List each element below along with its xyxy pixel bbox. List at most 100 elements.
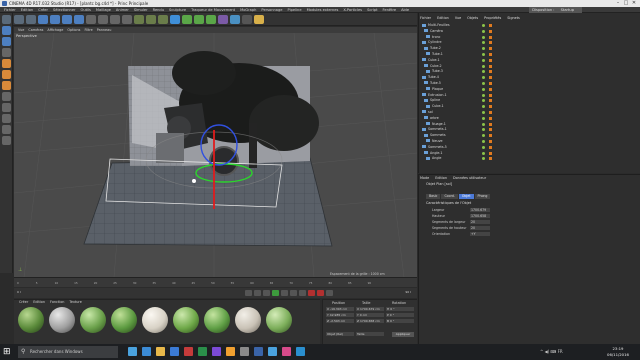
- material-menu-function[interactable]: Fonction: [50, 300, 64, 304]
- visibility-dot-icon[interactable]: [482, 87, 485, 91]
- taskbar-app-icon[interactable]: [254, 347, 263, 356]
- menu-character[interactable]: Personnage: [261, 8, 282, 12]
- visibility-dot-icon[interactable]: [482, 52, 485, 56]
- visibility-dot-icon[interactable]: [482, 128, 485, 132]
- visibility-dot-icon[interactable]: [482, 81, 485, 85]
- menu-sculpt[interactable]: Sculpture: [169, 8, 186, 12]
- taskbar-app-icon[interactable]: [142, 347, 151, 356]
- visibility-dot-icon[interactable]: [482, 35, 485, 39]
- menu-simulate[interactable]: Simuler: [134, 8, 148, 12]
- material-swatch[interactable]: [173, 307, 199, 333]
- visibility-dot-icon[interactable]: [482, 70, 485, 74]
- viewport-menu-display[interactable]: Affichage: [47, 28, 63, 32]
- menu-file[interactable]: Fichier: [4, 8, 16, 12]
- system-tray[interactable]: ^ ◀) ⌨ FR: [540, 349, 563, 354]
- visibility-dot-icon[interactable]: [482, 116, 485, 120]
- material-tag-icon[interactable]: [489, 139, 492, 143]
- next-key-icon[interactable]: [290, 290, 297, 296]
- texture-mode-icon[interactable]: [2, 37, 11, 46]
- material-tag-icon[interactable]: [489, 157, 492, 161]
- taskbar-app-icon[interactable]: [198, 347, 207, 356]
- visibility-dot-icon[interactable]: [482, 41, 485, 45]
- prev-key-icon[interactable]: [254, 290, 261, 296]
- visibility-dot-icon[interactable]: [482, 29, 485, 33]
- menu-motion-tracker[interactable]: Traqueur de Mouvement: [191, 8, 235, 12]
- material-menu-edit[interactable]: Edition: [33, 300, 45, 304]
- attribute-value-field[interactable]: +Y: [470, 232, 490, 236]
- material-menu-texture[interactable]: Texture: [69, 300, 81, 304]
- material-swatch[interactable]: [142, 307, 168, 333]
- menu-help[interactable]: Aide: [401, 8, 409, 12]
- redo-icon[interactable]: [26, 15, 36, 24]
- visibility-dot-icon[interactable]: [482, 76, 485, 80]
- material-tag-icon[interactable]: [489, 87, 492, 91]
- taskbar-app-icon[interactable]: [156, 347, 165, 356]
- material-swatch[interactable]: [80, 307, 106, 333]
- viewport-menu-filter[interactable]: Filtre: [84, 28, 92, 32]
- taskbar-app-icon[interactable]: [212, 347, 221, 356]
- visibility-dot-icon[interactable]: [482, 139, 485, 143]
- subdivision-icon[interactable]: [194, 15, 204, 24]
- material-tag-icon[interactable]: [489, 99, 492, 103]
- material-tag-icon[interactable]: [489, 35, 492, 39]
- material-swatch[interactable]: [204, 307, 230, 333]
- planar-workplane-icon[interactable]: [2, 136, 11, 145]
- undo-icon[interactable]: [14, 15, 24, 24]
- taskbar-app-icon[interactable]: [268, 347, 277, 356]
- apply-button[interactable]: Appliquer: [392, 332, 414, 337]
- menu-plugins[interactable]: Modules externes: [307, 8, 339, 12]
- snap-icon[interactable]: [2, 114, 11, 123]
- tweak-mode-icon[interactable]: [2, 103, 11, 112]
- visibility-dot-icon[interactable]: [482, 24, 485, 27]
- material-tag-icon[interactable]: [489, 151, 492, 155]
- material-tag-icon[interactable]: [489, 116, 492, 120]
- attribute-value-field[interactable]: 20: [470, 226, 490, 230]
- tab-object[interactable]: Objet: [458, 194, 474, 199]
- next-frame-icon[interactable]: [281, 290, 288, 296]
- material-swatch[interactable]: [235, 307, 261, 333]
- z-axis-icon[interactable]: [110, 15, 120, 24]
- floor-plane[interactable]: [83, 157, 333, 247]
- pen-icon[interactable]: [182, 15, 192, 24]
- visibility-dot-icon[interactable]: [482, 58, 485, 62]
- floor-icon[interactable]: [230, 15, 240, 24]
- material-tag-icon[interactable]: [489, 122, 492, 126]
- live-select-icon[interactable]: [38, 15, 48, 24]
- menu-render[interactable]: Rendu: [153, 8, 164, 12]
- edges-mode-icon[interactable]: [2, 70, 11, 79]
- cube-icon[interactable]: [170, 15, 180, 24]
- menu-mesh[interactable]: Maillage: [96, 8, 111, 12]
- attribute-value-field[interactable]: 1700.658: [470, 214, 490, 218]
- lock-workplane-icon[interactable]: [2, 125, 11, 134]
- workplane-icon[interactable]: [2, 48, 11, 57]
- material-tag-icon[interactable]: [489, 52, 492, 56]
- menu-edit[interactable]: Edition: [21, 8, 33, 12]
- viewport-menu-cameras[interactable]: Caméras: [28, 28, 43, 32]
- menu-select[interactable]: Sélectionner: [53, 8, 76, 12]
- prev-frame-icon[interactable]: [263, 290, 270, 296]
- menu-window[interactable]: Fenêtre: [383, 8, 397, 12]
- move-icon[interactable]: [50, 15, 60, 24]
- menu-create[interactable]: Créer: [38, 8, 48, 12]
- goto-start-icon[interactable]: [245, 290, 252, 296]
- material-tag-icon[interactable]: [489, 105, 492, 109]
- goto-end-icon[interactable]: [299, 290, 306, 296]
- material-tag-icon[interactable]: [489, 29, 492, 33]
- material-swatch[interactable]: [18, 307, 44, 333]
- menu-animate[interactable]: Animer: [116, 8, 129, 12]
- keyframe-selection-icon[interactable]: [326, 290, 333, 296]
- polygons-mode-icon[interactable]: [2, 81, 11, 90]
- render-picture-viewer-icon[interactable]: [146, 15, 156, 24]
- points-mode-icon[interactable]: [2, 59, 11, 68]
- tab-phong[interactable]: Phong: [474, 194, 491, 199]
- tab-basic[interactable]: Basic: [426, 194, 441, 199]
- array-icon[interactable]: [206, 15, 216, 24]
- light-icon[interactable]: [254, 15, 264, 24]
- visibility-dot-icon[interactable]: [482, 93, 485, 97]
- viewport-menu-panel[interactable]: Panneau: [97, 28, 112, 32]
- taskbar-search-input[interactable]: ⚲ Rechercher dans Windows: [18, 346, 118, 358]
- axis-mode-icon[interactable]: [2, 92, 11, 101]
- visibility-dot-icon[interactable]: [482, 134, 485, 138]
- material-tag-icon[interactable]: [489, 58, 492, 62]
- make-editable-icon[interactable]: [2, 15, 11, 24]
